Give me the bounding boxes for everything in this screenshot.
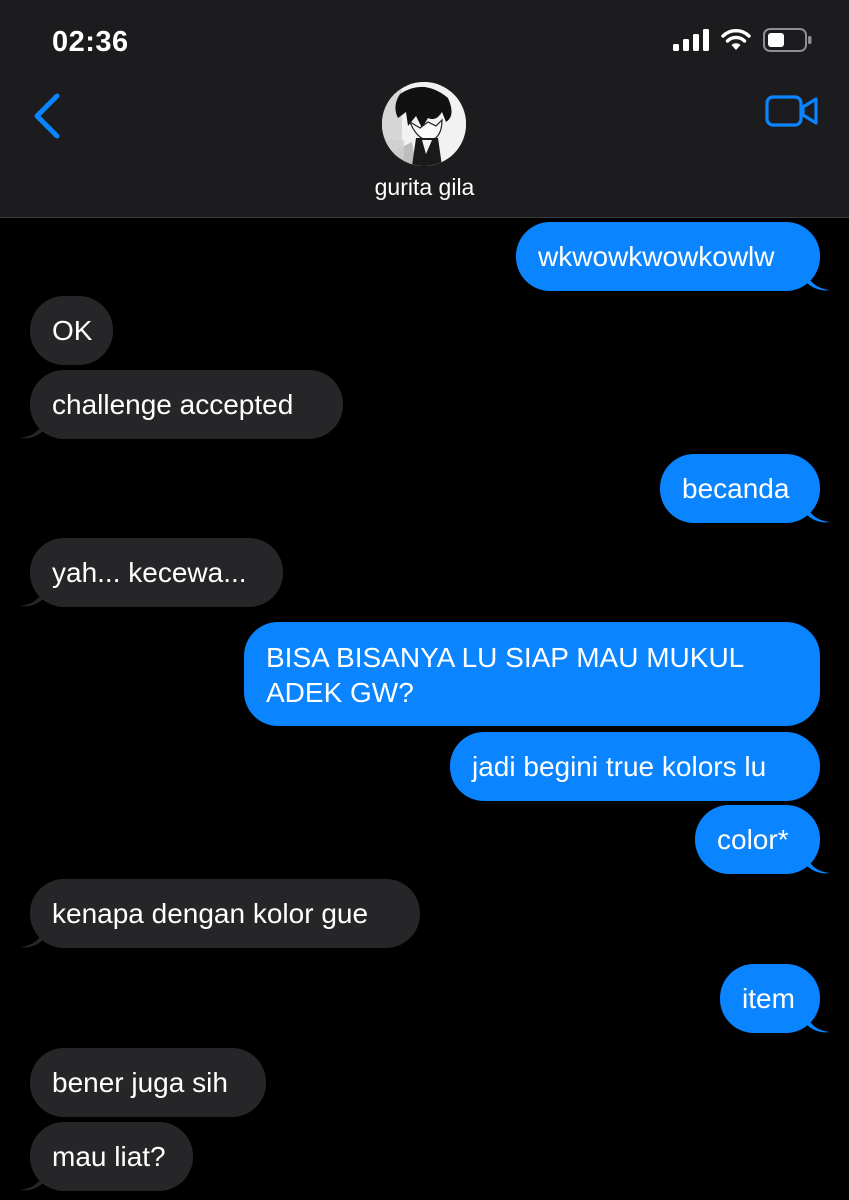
message-text: jadi begini true kolors lu: [472, 751, 767, 782]
wifi-icon: [721, 29, 751, 50]
message-text: mau liat?: [52, 1141, 166, 1172]
contact-name[interactable]: gurita gila: [0, 174, 849, 201]
cellular-signal-icon: [673, 29, 709, 51]
outgoing-message[interactable]: item: [720, 964, 820, 1033]
chevron-left-icon: [34, 93, 60, 139]
contact-avatar[interactable]: [382, 82, 466, 166]
incoming-bubble-tail: [20, 418, 44, 439]
message-text: OK: [52, 315, 93, 346]
incoming-bubble-tail: [20, 586, 44, 607]
message-text: item: [742, 983, 795, 1014]
outgoing-bubble-tail: [806, 853, 830, 874]
video-call-button[interactable]: [765, 94, 819, 128]
status-bar-icons: [673, 28, 813, 52]
incoming-message[interactable]: bener juga sih: [30, 1048, 266, 1117]
outgoing-bubble-tail: [806, 1012, 830, 1033]
back-button[interactable]: [28, 92, 68, 140]
message-text: becanda: [682, 473, 790, 504]
conversation-header: 02:36 gurita gila: [0, 0, 849, 218]
message-text: color*: [717, 824, 789, 855]
message-text: BISA BISANYA LU SIAP MAU MUKUL ADEK GW?: [266, 642, 744, 708]
video-camera-icon: [765, 95, 818, 127]
message-text: yah... kecewa...: [52, 557, 247, 588]
message-text: wkwowkwowkowlw: [538, 241, 775, 272]
message-text: bener juga sih: [52, 1067, 228, 1098]
outgoing-message[interactable]: color*: [695, 805, 820, 874]
message-text: kenapa dengan kolor gue: [52, 898, 369, 929]
outgoing-message[interactable]: becanda: [660, 454, 820, 523]
incoming-message[interactable]: challenge accepted: [30, 370, 343, 439]
outgoing-bubble-tail: [806, 502, 830, 523]
incoming-message[interactable]: mau liat?: [30, 1122, 193, 1191]
incoming-bubble-tail: [20, 1170, 44, 1191]
incoming-message[interactable]: OK: [30, 296, 113, 365]
outgoing-message[interactable]: jadi begini true kolors lu: [450, 732, 820, 801]
incoming-message[interactable]: yah... kecewa...: [30, 538, 283, 607]
status-bar-time: 02:36: [52, 26, 129, 58]
message-text: challenge accepted: [52, 389, 294, 420]
battery-icon: [763, 28, 812, 52]
outgoing-message[interactable]: wkwowkwowkowlw: [516, 222, 820, 291]
outgoing-message[interactable]: BISA BISANYA LU SIAP MAU MUKUL ADEK GW?: [244, 622, 820, 726]
incoming-bubble-tail: [20, 927, 44, 948]
incoming-message[interactable]: kenapa dengan kolor gue: [30, 879, 420, 948]
outgoing-bubble-tail: [806, 270, 830, 291]
avatar-image: [382, 82, 466, 166]
